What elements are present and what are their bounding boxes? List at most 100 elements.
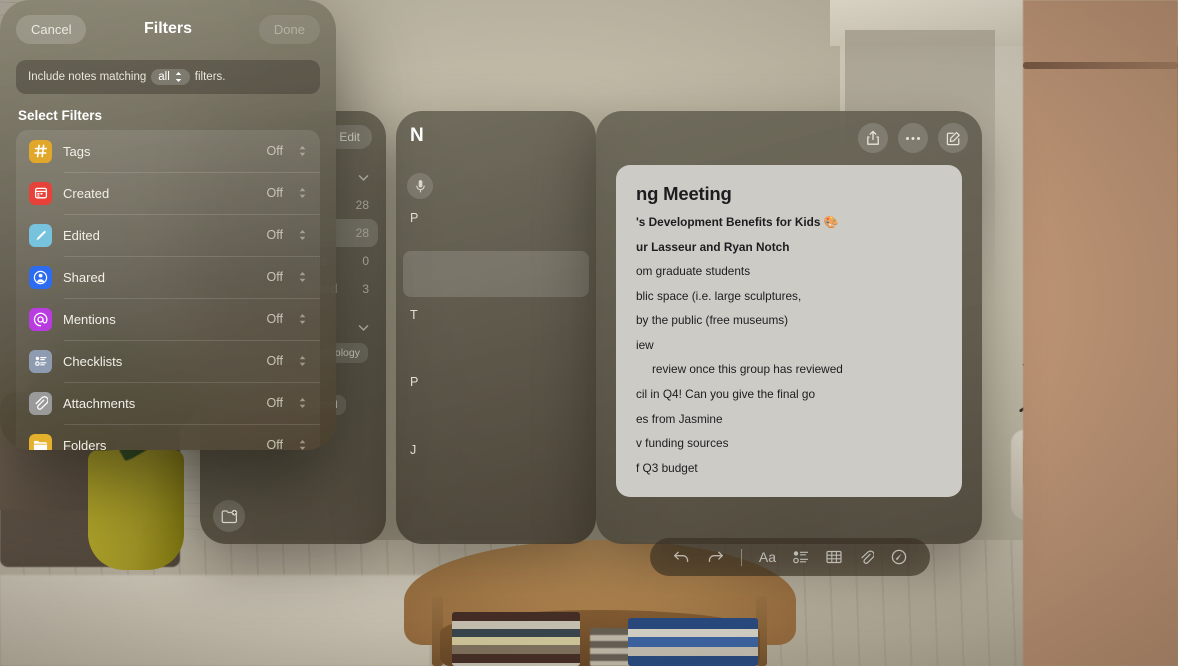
filter-row-tags[interactable]: Tags Off <box>16 130 320 172</box>
up-down-chevron-icon <box>299 314 306 324</box>
note-list-item[interactable]: J <box>410 443 416 457</box>
filter-row-shared[interactable]: Shared Off <box>16 256 320 298</box>
note-title: ng Meeting <box>636 183 732 204</box>
match-mode-stepper[interactable]: all <box>151 69 190 85</box>
filter-label: Tags <box>63 143 91 159</box>
filter-value: Off <box>266 228 283 242</box>
new-folder-icon <box>221 509 237 523</box>
filter-row-created[interactable]: Created Off <box>16 172 320 214</box>
note-line: by the public (free museums) <box>636 313 789 328</box>
filters-list: Tags Off Created Off Edited Off Shared O… <box>16 130 320 450</box>
note-list-item[interactable]: P <box>410 211 418 225</box>
curtain <box>1023 0 1178 666</box>
up-down-chevron-icon <box>299 398 306 408</box>
match-rule-bar: Include notes matching all filters. <box>16 60 320 94</box>
note-line: om graduate students <box>636 264 751 279</box>
filter-label: Shared <box>63 269 105 285</box>
attachment-icon <box>861 550 875 564</box>
folder-count: 28 <box>355 198 369 212</box>
filter-row-mentions[interactable]: Mentions Off <box>16 298 320 340</box>
compose-icon <box>946 131 960 145</box>
compose-button[interactable] <box>938 123 968 153</box>
curtain-rod <box>1023 62 1178 69</box>
filter-value: Off <box>266 396 283 410</box>
folder-count: 0 <box>362 254 369 268</box>
checklist-icon <box>793 551 809 564</box>
share-button[interactable] <box>858 123 888 153</box>
cancel-button[interactable]: Cancel <box>16 14 87 44</box>
ellipsis-icon <box>906 136 920 140</box>
filters-sheet-header: Cancel Filters Done <box>0 0 336 58</box>
note-list-item[interactable]: T <box>410 308 418 322</box>
redo-icon <box>708 551 723 563</box>
share-icon <box>867 130 879 145</box>
up-down-chevron-icon <box>299 188 306 198</box>
note-line: f Q3 budget <box>636 460 698 475</box>
note-detail-panel: ng Meeting 's Development Benefits for K… <box>596 111 982 576</box>
toolbar-divider <box>740 548 742 566</box>
attachment-button[interactable] <box>859 550 875 565</box>
up-down-chevron-icon <box>175 72 182 82</box>
match-prefix-label: Include notes matching <box>28 71 147 83</box>
notes-list-panel: N P T P J <box>396 111 596 544</box>
up-down-chevron-icon <box>299 356 306 366</box>
markup-button[interactable] <box>891 549 907 565</box>
new-folder-button[interactable] <box>213 500 245 532</box>
filter-value: Off <box>266 186 283 200</box>
table-button[interactable] <box>826 550 842 564</box>
note-list-item[interactable]: P <box>410 375 418 389</box>
filter-row-folders[interactable]: Folders Off <box>16 424 320 450</box>
note-line: ur Lasseur and Ryan Notch <box>636 239 790 254</box>
note-line: 's Development Benefits for Kids 🎨 <box>636 215 839 229</box>
note-line: review once this group has reviewed <box>652 362 843 377</box>
note-line: cil in Q4! Can you give the final go <box>636 386 816 401</box>
note-line: blic space (i.e. large sculptures, <box>636 288 802 303</box>
filter-row-edited[interactable]: Edited Off <box>16 214 320 256</box>
filter-label: Mentions <box>63 311 116 327</box>
folder-fill-icon <box>29 433 52 450</box>
redo-button[interactable] <box>707 550 724 564</box>
filters-modal-sheet: Cancel Filters Done Include notes matchi… <box>0 0 336 450</box>
note-editor-toolbar: Aa <box>650 538 930 576</box>
filter-label: Checklists <box>63 353 123 369</box>
undo-icon <box>673 551 688 563</box>
up-down-chevron-icon <box>299 230 306 240</box>
note-line: v funding sources <box>636 436 729 451</box>
at-icon <box>29 307 52 331</box>
checklist-icon <box>29 349 52 373</box>
pencil-icon <box>29 223 52 247</box>
note-list-item-selected[interactable] <box>403 251 589 297</box>
book-stack-right <box>628 618 758 666</box>
filter-value: Off <box>266 144 283 158</box>
checklist-button[interactable] <box>793 550 809 564</box>
book-stack-left <box>452 612 580 666</box>
format-text-button[interactable]: Aa <box>759 549 776 565</box>
plant-pot <box>88 450 184 570</box>
folder-count: 3 <box>362 282 369 296</box>
done-button[interactable]: Done <box>258 14 320 44</box>
up-down-chevron-icon <box>299 146 306 156</box>
filter-value: Off <box>266 270 283 284</box>
match-mode-value: all <box>158 71 170 83</box>
calendar-icon <box>29 181 52 205</box>
filter-value: Off <box>266 438 283 450</box>
notes-list-title: N <box>410 125 424 146</box>
up-down-chevron-icon <box>299 272 306 282</box>
hash-icon <box>29 139 52 163</box>
undo-button[interactable] <box>673 550 690 564</box>
chevron-down-icon <box>358 174 369 181</box>
note-line: es from Jasmine <box>636 411 723 426</box>
folder-count: 28 <box>355 226 369 240</box>
filter-row-attachments[interactable]: Attachments Off <box>16 382 320 424</box>
note-line: iew <box>636 337 654 352</box>
markup-pen-icon <box>892 549 907 565</box>
filter-row-checklists[interactable]: Checklists Off <box>16 340 320 382</box>
filter-label: Attachments <box>63 395 136 411</box>
dictation-button[interactable] <box>407 173 433 199</box>
filter-label: Folders <box>63 437 107 451</box>
select-filters-heading: Select Filters <box>18 108 103 123</box>
paperclip-icon <box>29 391 52 415</box>
filter-value: Off <box>266 354 283 368</box>
filter-label: Created <box>63 185 110 201</box>
more-options-button[interactable] <box>898 123 928 153</box>
